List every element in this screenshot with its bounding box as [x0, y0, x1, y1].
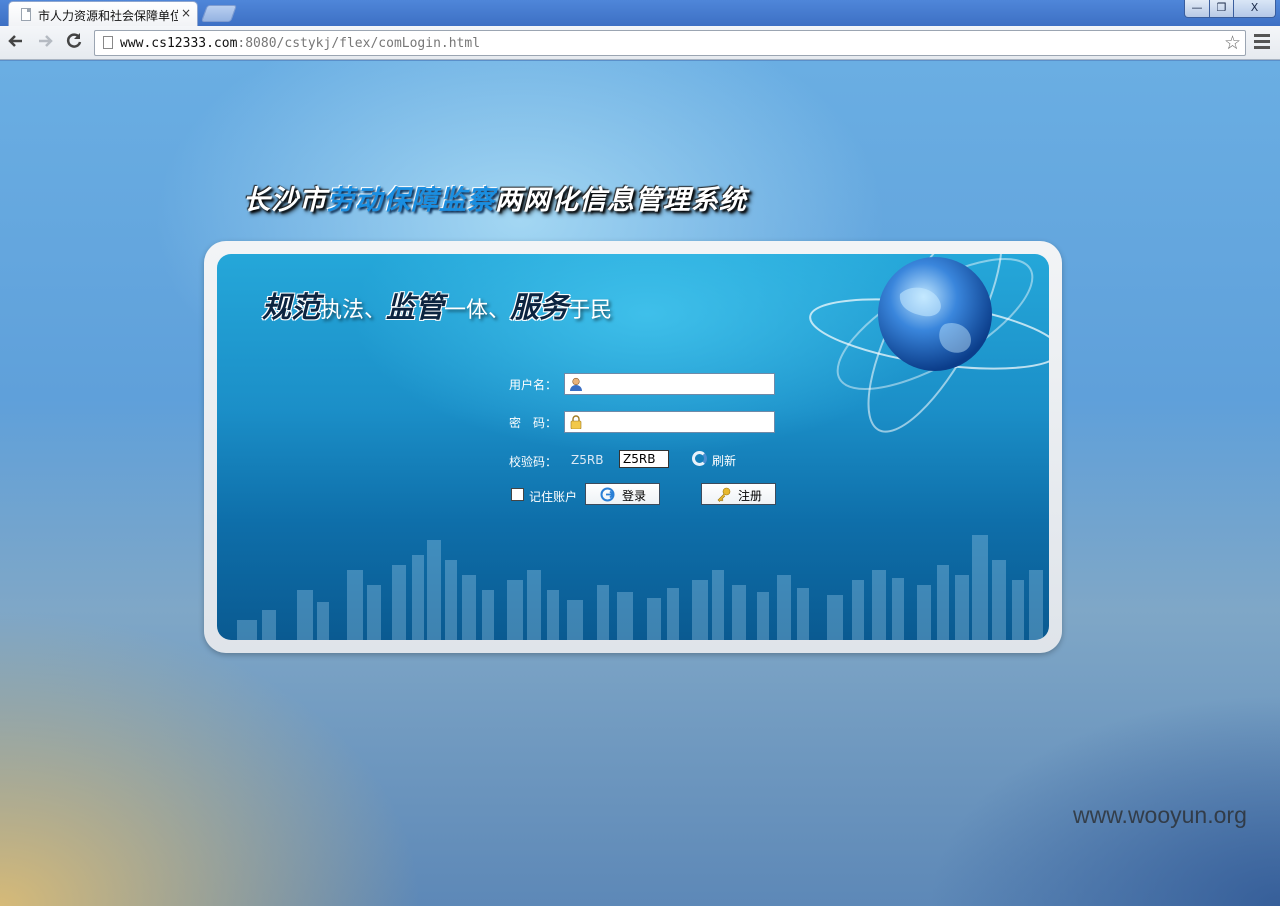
slogan-word-2: 监管	[386, 290, 445, 324]
globe-graphic	[809, 254, 1049, 433]
reload-icon[interactable]	[62, 31, 86, 55]
bookmark-star-icon[interactable]: ☆	[1224, 32, 1241, 54]
page-favicon-icon	[21, 8, 31, 21]
tab-title: 市人力资源和社会保障单位	[38, 9, 178, 23]
login-button[interactable]: 登录	[585, 483, 660, 505]
slogan-word-3: 服务	[510, 290, 569, 324]
forward-arrow-icon[interactable]	[33, 31, 57, 55]
slogan-text-2: 一体、	[444, 298, 511, 323]
back-arrow-icon[interactable]	[4, 31, 28, 55]
password-input[interactable]	[587, 413, 771, 431]
remember-account-checkbox[interactable]	[511, 488, 524, 501]
browser-toolbar: www.cs12333.com:8080/cstykj/flex/comLogi…	[0, 26, 1280, 60]
watermark: www.wooyun.org	[1073, 802, 1247, 828]
window-titlebar: 市人力资源和社会保障单位 × — ❐ X	[0, 0, 1280, 26]
lock-icon	[570, 415, 582, 429]
close-window-button[interactable]: X	[1233, 0, 1276, 18]
url-path: :8080/cstykj/flex/comLogin.html	[237, 36, 481, 51]
city-skyline-graphic	[237, 535, 1043, 640]
maximize-button[interactable]: ❐	[1209, 0, 1234, 18]
slogan-text-3: 于民	[568, 298, 613, 323]
captcha-input[interactable]: Z5RB	[619, 450, 669, 468]
tab-close-icon[interactable]: ×	[181, 6, 191, 20]
login-button-label: 登录	[622, 489, 647, 503]
url-host: www.cs12333.com	[120, 36, 238, 51]
new-tab-button[interactable]	[200, 5, 238, 22]
password-label: 密 码：	[509, 416, 558, 430]
password-field[interactable]	[564, 411, 775, 433]
register-button[interactable]: 注册	[701, 483, 776, 505]
page-icon	[103, 36, 113, 49]
username-input[interactable]	[587, 375, 771, 393]
address-bar[interactable]: www.cs12333.com:8080/cstykj/flex/comLogi…	[94, 30, 1246, 56]
user-icon	[570, 377, 582, 391]
browser-menu-icon[interactable]	[1254, 34, 1270, 50]
slogan-word-1: 规范	[262, 290, 321, 324]
slogan: 规范执法、监管一体、服务于民	[262, 284, 612, 326]
refresh-captcha-link[interactable]: 刷新	[712, 452, 736, 469]
captcha-label: 校验码：	[509, 455, 558, 469]
register-button-label: 注册	[738, 489, 763, 503]
url-text[interactable]: www.cs12333.com:8080/cstykj/flex/comLogi…	[120, 36, 480, 51]
minimize-button[interactable]: —	[1184, 0, 1210, 18]
slogan-text-1: 执法、	[320, 298, 387, 323]
username-label: 用户名：	[509, 378, 558, 392]
key-icon	[717, 487, 731, 502]
browser-tab[interactable]: 市人力资源和社会保障单位 ×	[8, 1, 198, 26]
remember-account-label[interactable]: 记住账户	[529, 488, 577, 505]
username-field[interactable]	[564, 373, 775, 395]
login-arrow-icon	[600, 487, 615, 502]
refresh-icon[interactable]	[692, 451, 707, 466]
captcha-image: Z5RB	[571, 453, 604, 467]
title-city: 长沙市	[243, 185, 327, 216]
system-title: 长沙市劳动保障监察两网化信息管理系统	[243, 178, 747, 217]
title-highlight: 劳动保障监察	[327, 185, 495, 216]
title-system-name: 两网化信息管理系统	[495, 185, 747, 216]
